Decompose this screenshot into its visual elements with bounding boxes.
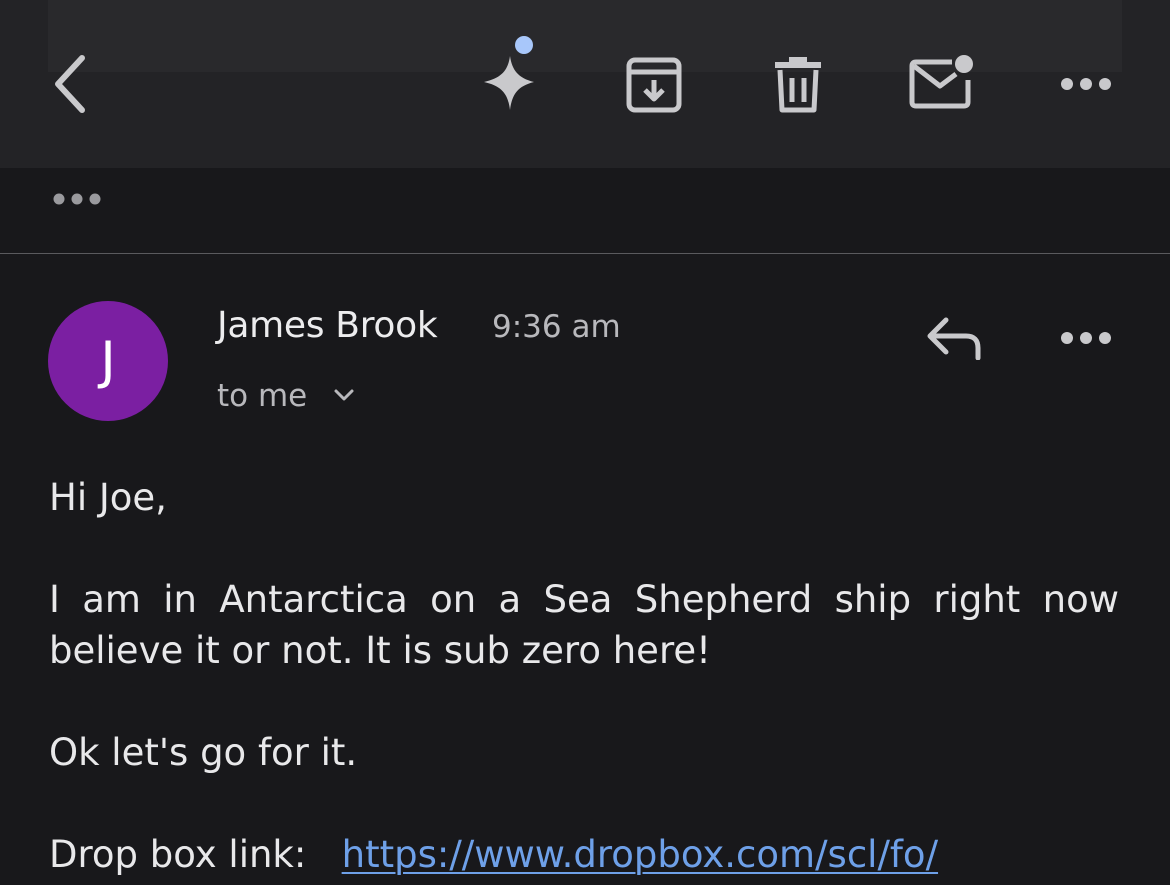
archive-icon (625, 56, 683, 114)
expand-thread-icon[interactable] (52, 190, 104, 212)
body-link-line: Drop box link: https://www.dropbox.com/s… (49, 829, 1119, 880)
reply-icon (926, 316, 984, 360)
sparkle-icon (478, 30, 544, 116)
more-options-button[interactable] (1054, 64, 1118, 104)
recipient-details-toggle[interactable]: to me (217, 378, 355, 414)
reply-button[interactable] (920, 310, 990, 366)
sender-avatar[interactable]: J (48, 301, 168, 421)
archive-button[interactable] (622, 54, 686, 116)
back-button[interactable] (40, 48, 96, 120)
message-more-button[interactable] (1054, 318, 1118, 358)
trash-icon (773, 56, 823, 114)
recipient-label: to me (217, 378, 308, 414)
mark-unread-button[interactable] (906, 50, 978, 116)
delete-button[interactable] (768, 54, 828, 116)
collapsed-messages-row[interactable] (0, 168, 1170, 254)
chevron-down-icon (333, 387, 355, 406)
chevron-left-icon (48, 52, 88, 116)
more-horizontal-icon (1060, 76, 1112, 92)
more-horizontal-icon (1060, 330, 1112, 346)
body-paragraph: Ok let's go for it. (49, 731, 358, 774)
sender-name[interactable]: James Brook (217, 305, 438, 346)
body-greeting: Hi Joe, (49, 476, 167, 519)
ai-assistant-button[interactable] (478, 30, 544, 116)
sent-time: 9:36 am (492, 309, 621, 345)
avatar-initial: J (100, 331, 116, 391)
body-paragraph: I am in Antarctica on a Sea Shepherd shi… (49, 578, 1119, 672)
link-label: Drop box link: (49, 833, 307, 876)
dropbox-link[interactable]: https://www.dropbox.com/scl/fo/ (342, 833, 938, 876)
top-toolbar (0, 0, 1170, 168)
mark-unread-icon (906, 50, 978, 116)
